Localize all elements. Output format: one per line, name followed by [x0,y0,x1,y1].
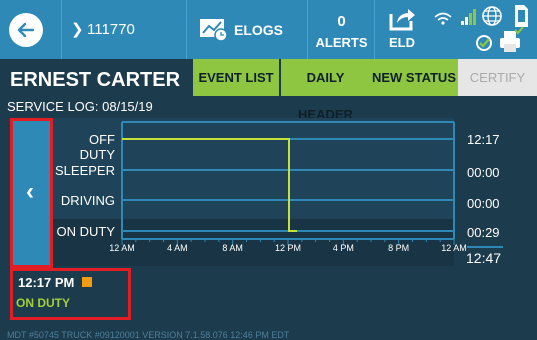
total-sleeper: 00:00 [467,165,500,180]
globe-icon [482,6,502,26]
alerts-label: ALERTS [315,35,368,50]
pending-badge [82,277,92,287]
arrow-left-icon [17,22,35,38]
elogs-chart-icon [200,19,228,42]
share-export-icon [389,9,415,31]
eld-label: ELD [389,35,415,50]
status-icons-svg [434,5,528,52]
status-label-driving: DRIVING [60,193,115,208]
chevron-left-icon: ‹ [26,178,34,205]
status-label-on-duty: ON DUTY [56,224,116,239]
service-log-date: SERVICE LOG: 08/15/19 [7,99,153,114]
time-axis-label: 12 AM [109,243,135,253]
previous-day-button[interactable]: ‹ [10,118,53,268]
chevron-right-icon: ❯ [71,21,84,38]
sim-card-icon [515,5,528,27]
signal-icon [461,9,476,25]
last-event-time: 12:17 PM [18,275,75,290]
eld-tab[interactable]: ELD [374,0,429,59]
new-status-button[interactable]: NEW STATUS [370,59,458,96]
back-button[interactable] [9,13,43,47]
wifi-icon [434,12,452,25]
total-driving: 00:00 [467,196,500,211]
certify-button[interactable]: CERTIFY [458,59,537,96]
driver-name: ERNEST CARTER [10,69,181,91]
elogs-tab[interactable]: ELOGS [186,0,308,59]
total-off-duty: 12:17 [467,132,500,147]
alerts-tab[interactable]: 0 ALERTS [307,0,375,59]
elogs-label: ELOGS [234,22,284,38]
time-axis-label: 12 AM [441,243,467,253]
status-icons [430,0,537,59]
time-axis-label: 8 PM [388,243,410,253]
event-list-button[interactable]: EVENT LIST [193,59,279,96]
time-axis-label: 4 PM [332,243,354,253]
vehicle-id: 111770 [87,21,135,38]
top-bar: ❯ 111770 ELOGS 0 ALERTS ELD [0,0,537,59]
last-event-card[interactable]: 12:17 PM ON DUTY [10,268,131,320]
printer-icon [500,26,524,52]
vehicle-selector[interactable]: ❯ 111770 [61,0,187,59]
total-on-duty: 00:29 [467,225,500,240]
daily-header-button[interactable]: DAILY HEADER [281,59,370,122]
status-label-sleeper: SLEEPER [55,163,115,178]
alerts-count: 0 [337,13,346,30]
time-axis-label: 12 PM [274,243,302,253]
time-axis-label: 8 AM [222,243,243,253]
status-label-off-duty: OFF DUTY [79,132,115,162]
last-event-status: ON DUTY [16,296,70,310]
time-axis-label: 4 AM [167,243,188,253]
sync-check-icon [476,35,492,51]
grand-total: 12:47 [466,250,502,266]
